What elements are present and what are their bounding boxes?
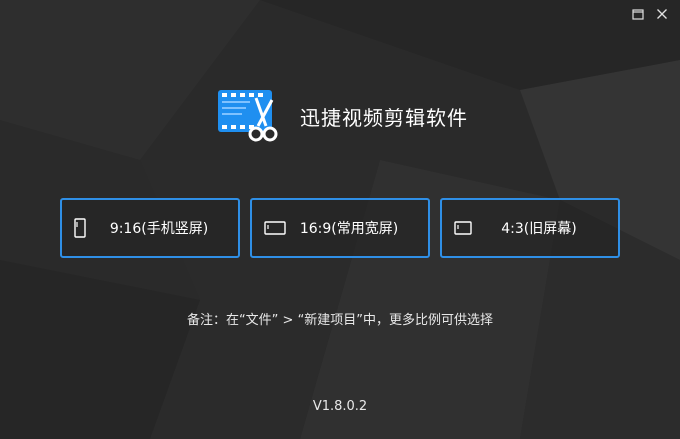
brand-header: 迅捷视频剪辑软件: [216, 88, 468, 144]
ratio-16-9-button[interactable]: 16:9(常用宽屏): [250, 198, 430, 258]
close-button[interactable]: [654, 6, 670, 22]
close-icon: [657, 9, 667, 19]
ratio-4-3-button[interactable]: 4:3(旧屏幕): [440, 198, 620, 258]
maximize-icon: [632, 9, 644, 20]
version-label: V1.8.0.2: [312, 399, 368, 414]
standard-screen-icon: [454, 221, 472, 235]
aspect-ratio-options: 9:16(手机竖屏) 16:9(常用宽屏) 4:3(旧屏幕): [60, 198, 620, 258]
hint-note: 备注：在“文件” > “新建项目”中，更多比例可供选择: [186, 313, 494, 328]
portrait-phone-icon: [74, 218, 86, 238]
ratio-9-16-button[interactable]: 9:16(手机竖屏): [60, 198, 240, 258]
ratio-label: 9:16(手机竖屏): [109, 221, 209, 237]
app-window: 迅捷视频剪辑软件 9:16(手机竖屏) 16:9(常用宽屏) 4:3(旧屏幕) …: [0, 0, 680, 439]
maximize-button[interactable]: [630, 6, 646, 22]
app-title: 迅捷视频剪辑软件: [300, 105, 468, 130]
window-controls: [630, 6, 670, 22]
video-scissors-logo-icon: [218, 90, 278, 142]
widescreen-icon: [264, 221, 286, 235]
